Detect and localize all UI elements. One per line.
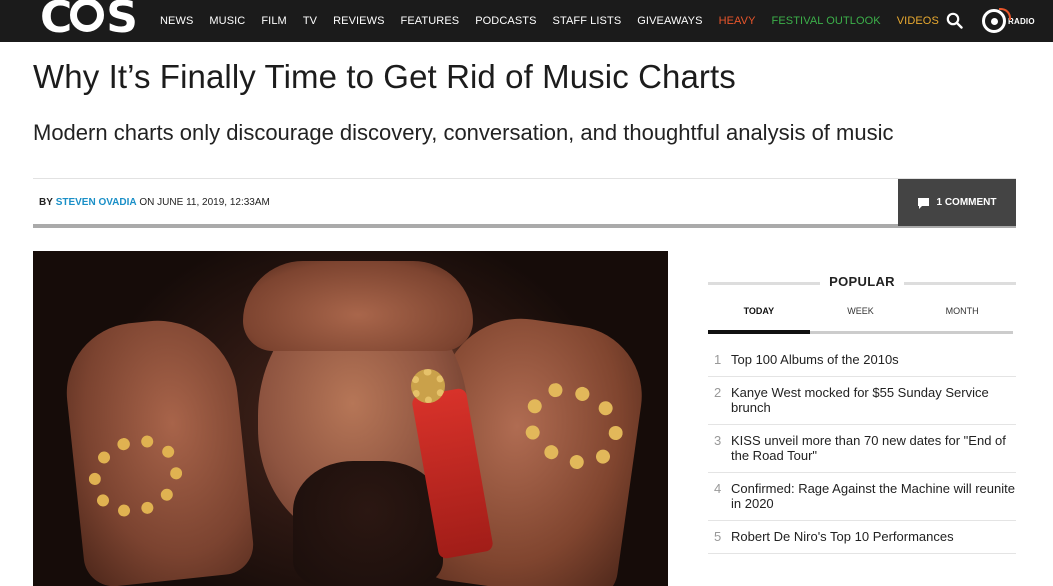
radio-icon	[982, 8, 1011, 33]
hero-hand	[243, 261, 473, 351]
item-title: Kanye West mocked for $55 Sunday Service…	[731, 385, 989, 415]
tab-month[interactable]: MONTH	[911, 298, 1013, 331]
nav-music[interactable]: MUSIC	[209, 15, 245, 27]
nav-heavy[interactable]: HEAVY	[719, 15, 756, 27]
comments-label: 1 COMMENT	[936, 197, 997, 208]
item-title: Top 100 Albums of the 2010s	[731, 352, 899, 367]
publish-date: ON JUNE 11, 2019, 12:33AM	[139, 197, 270, 208]
logo-s: S	[106, 0, 138, 43]
list-item[interactable]: 3 KISS unveil more than 70 new dates for…	[708, 425, 1016, 473]
logo-o	[70, 0, 105, 32]
item-rank: 5	[714, 529, 722, 544]
author-link[interactable]: STEVEN OVADIA	[56, 197, 137, 208]
article-subtitle: Modern charts only discourage discovery,…	[33, 120, 894, 145]
popular-sidebar: POPULAR TODAY WEEK MONTH 1 Top 100 Album…	[708, 266, 1016, 554]
nav-links: NEWS MUSIC FILM TV REVIEWS FEATURES PODC…	[160, 0, 955, 42]
nav-tv[interactable]: TV	[303, 15, 317, 27]
nav-staff-lists[interactable]: STAFF LISTS	[553, 15, 622, 27]
item-title: Robert De Niro's Top 10 Performances	[731, 529, 954, 544]
nav-videos[interactable]: VIDEOS	[897, 15, 939, 27]
comment-icon	[917, 197, 929, 209]
list-item[interactable]: 5 Robert De Niro's Top 10 Performances	[708, 521, 1016, 554]
item-rank: 2	[714, 385, 722, 400]
item-title: KISS unveil more than 70 new dates for "…	[731, 433, 1006, 463]
nav-news[interactable]: NEWS	[160, 15, 193, 27]
byline-bar: BY STEVEN OVADIA ON JUNE 11, 2019, 12:33…	[33, 178, 1016, 228]
comments-button[interactable]: 1 COMMENT	[898, 179, 1016, 226]
hero-ring	[411, 369, 445, 403]
logo-c: C	[40, 0, 72, 43]
nav-features[interactable]: FEATURES	[401, 15, 460, 27]
hero-image[interactable]	[33, 251, 668, 586]
top-nav: CS NEWS MUSIC FILM TV REVIEWS FEATURES P…	[0, 0, 1053, 42]
byline: BY STEVEN OVADIA ON JUNE 11, 2019, 12:33…	[39, 197, 270, 208]
tab-week[interactable]: WEEK	[810, 298, 912, 331]
hero-beard	[293, 461, 443, 586]
tab-today[interactable]: TODAY	[708, 298, 810, 331]
nav-festival-outlook[interactable]: FESTIVAL OUTLOOK	[772, 15, 881, 27]
item-rank: 4	[714, 481, 722, 496]
list-item[interactable]: 2 Kanye West mocked for $55 Sunday Servi…	[708, 377, 1016, 425]
site-logo[interactable]: CS	[40, 0, 138, 43]
radio-label: RADIO	[1008, 16, 1035, 26]
nav-podcasts[interactable]: PODCASTS	[475, 15, 536, 27]
radio-link[interactable]: RADIO	[982, 5, 1035, 37]
nav-film[interactable]: FILM	[261, 15, 286, 27]
popular-header: POPULAR	[708, 266, 1016, 298]
nav-reviews[interactable]: REVIEWS	[333, 15, 384, 27]
byline-prefix: BY	[39, 197, 53, 208]
list-item[interactable]: 1 Top 100 Albums of the 2010s	[708, 344, 1016, 377]
list-item[interactable]: 4 Confirmed: Rage Against the Machine wi…	[708, 473, 1016, 521]
active-tab-indicator	[708, 330, 810, 334]
divider	[904, 282, 1016, 285]
item-rank: 3	[714, 433, 722, 448]
popular-list: 1 Top 100 Albums of the 2010s 2 Kanye We…	[708, 344, 1016, 554]
item-rank: 1	[714, 352, 722, 367]
item-title: Confirmed: Rage Against the Machine will…	[731, 481, 1015, 511]
nav-giveaways[interactable]: GIVEAWAYS	[637, 15, 702, 27]
search-icon[interactable]	[946, 12, 963, 29]
article-title: Why It’s Finally Time to Get Rid of Musi…	[33, 58, 736, 95]
popular-tabs: TODAY WEEK MONTH	[708, 298, 1013, 334]
